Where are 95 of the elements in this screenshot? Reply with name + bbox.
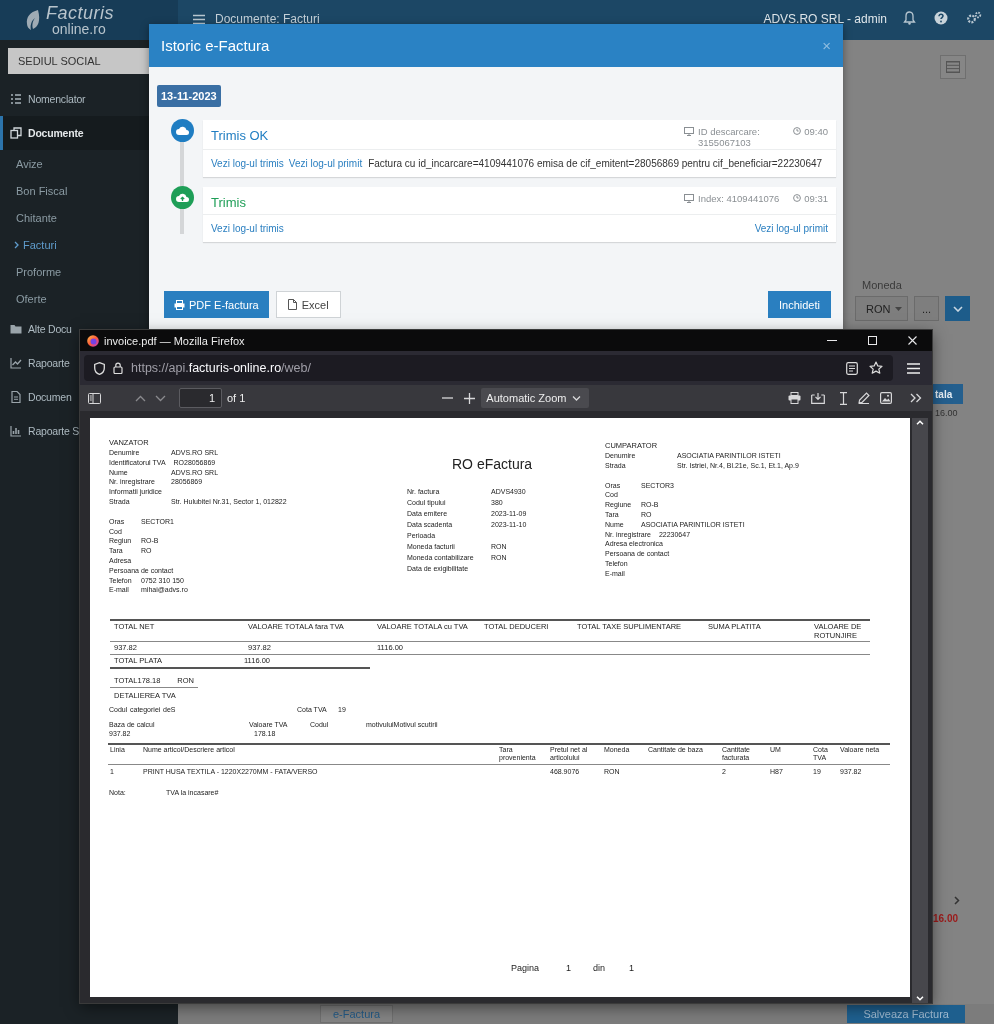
print-icon	[174, 299, 185, 310]
file-icon	[287, 299, 297, 310]
field-label: Moneda	[862, 279, 903, 291]
line-chart-icon	[10, 357, 22, 369]
column-header: tala	[932, 384, 963, 404]
chevron-right-icon[interactable]	[954, 896, 960, 905]
monitor-icon	[684, 193, 694, 203]
pen-icon[interactable]	[858, 392, 870, 404]
browser-logo-icon	[87, 334, 99, 347]
chevron-down-icon	[952, 305, 963, 312]
copy-icon	[10, 127, 22, 139]
breadcrumb: Documente: Facturi	[215, 12, 320, 26]
currency-select[interactable]: RON	[855, 296, 908, 321]
save-invoice-button[interactable]: Salveaza Factura	[847, 1005, 965, 1023]
sidebar-subitem[interactable]: Proforme	[0, 258, 62, 285]
event-time: 09:31	[804, 192, 828, 204]
event-message: Factura cu id_incarcare=4109441076 emisa de cif_emitent=28056869 pentru cif_beneficiar=22230647	[368, 157, 823, 169]
sidebar-subitem[interactable]: Avize	[0, 150, 43, 177]
sidebar-subitem[interactable]: Facturi	[0, 231, 57, 258]
print-icon[interactable]	[788, 392, 801, 404]
close-icon	[907, 336, 917, 345]
event-meta: ID descarcare: 3155067103	[698, 126, 761, 149]
close-dialog-button[interactable]: Inchideti	[768, 291, 831, 318]
page-number-field[interactable]: 1	[179, 388, 222, 408]
log-link[interactable]: Vezi log-ul trimis	[211, 157, 284, 169]
list-icon	[10, 93, 22, 105]
pdf-button[interactable]: PDF E-factura	[164, 291, 269, 318]
event-meta: Index: 4109441076	[698, 192, 780, 205]
bar-chart-icon	[10, 425, 22, 437]
menu-icon[interactable]	[193, 14, 205, 25]
sidebar-item[interactable]: Documen	[0, 380, 72, 414]
more-button[interactable]: ...	[914, 296, 939, 321]
url-text[interactable]: https://api.facturis-online.ro/web/	[131, 361, 311, 375]
double-chevron-icon[interactable]	[910, 393, 922, 403]
scrollbar[interactable]	[912, 418, 928, 1003]
image-icon[interactable]	[880, 392, 892, 404]
maximize-icon	[867, 336, 877, 345]
address-bar[interactable]: https://api.facturis-online.ro/web/	[84, 355, 893, 381]
excel-button[interactable]: Excel	[275, 291, 341, 318]
log-link[interactable]: Vezi log-ul trimis	[211, 222, 284, 234]
minimize-icon	[827, 340, 837, 341]
sidebar-item[interactable]: Rapoarte S	[0, 414, 80, 448]
chevron-up-icon[interactable]	[135, 394, 146, 402]
chevron-down-icon[interactable]	[155, 394, 166, 402]
clock-icon	[793, 193, 802, 202]
lock-icon	[113, 362, 123, 374]
chevron-down-icon	[916, 996, 924, 1001]
event-title: Trimis OK	[211, 128, 269, 143]
folder-icon	[10, 323, 22, 335]
log-link[interactable]: Vezi log-ul primit	[288, 157, 363, 169]
date-badge: 13-11-2023	[157, 85, 221, 107]
page-footer-text: Pagina	[511, 963, 541, 973]
reader-view-icon[interactable]	[846, 361, 858, 375]
total-amount: 16.00	[933, 913, 960, 924]
caret-icon	[895, 306, 903, 311]
event-time: 09:40	[804, 126, 828, 137]
sidebar-item[interactable]: Alte Docu	[0, 312, 72, 346]
window-title: invoice.pdf — Mozilla Firefox	[104, 334, 245, 347]
chevron-up-icon	[916, 420, 924, 425]
star-icon[interactable]	[869, 361, 883, 375]
zoom-select[interactable]: Automatic Zoom	[481, 388, 590, 408]
logo-subtitle: online.ro	[52, 22, 107, 36]
user-name[interactable]: ADVS.RO SRL - admin	[763, 12, 887, 26]
monitor-icon	[684, 127, 694, 136]
logo-wordmark: Facturis	[46, 4, 114, 22]
page-footer-text: 1	[629, 963, 634, 973]
event-title: Trimis	[211, 194, 246, 210]
settings-icon[interactable]	[966, 11, 982, 25]
sidebar-toggle-icon[interactable]	[88, 392, 101, 404]
shield-icon	[94, 361, 105, 375]
cloud-icon	[176, 126, 189, 135]
chevron-right-icon	[14, 240, 20, 249]
bell-icon[interactable]	[903, 11, 916, 25]
clock-icon	[793, 127, 802, 135]
sidebar-subitem[interactable]: Oferte	[0, 285, 47, 312]
page-footer-text: 1	[566, 963, 572, 973]
table-cell-text: 16.00	[935, 408, 959, 418]
page-footer-text: din	[593, 963, 606, 973]
dropdown-button[interactable]	[945, 296, 970, 321]
sidebar-item[interactable]: Rapoarte	[0, 346, 70, 380]
download-icon[interactable]	[811, 392, 825, 404]
help-icon[interactable]	[934, 11, 948, 25]
text-cursor-icon[interactable]	[839, 391, 848, 405]
caret-icon	[572, 395, 582, 401]
sidebar-subitem[interactable]: Chitante	[0, 204, 57, 231]
logo-leaf-icon	[24, 9, 42, 31]
page-count: of 1	[227, 392, 246, 404]
cloud-upload-icon	[176, 192, 189, 202]
document-icon	[10, 391, 22, 403]
log-link[interactable]: Vezi log-ul primit	[754, 222, 828, 234]
sidebar-item[interactable]: Nomenclator	[0, 82, 86, 116]
list-icon	[946, 61, 960, 73]
sidebar-subitem[interactable]: Bon Fiscal	[0, 177, 68, 204]
zoom-in-icon[interactable]	[464, 392, 476, 404]
invoice-title: RO eFactura	[452, 456, 534, 473]
